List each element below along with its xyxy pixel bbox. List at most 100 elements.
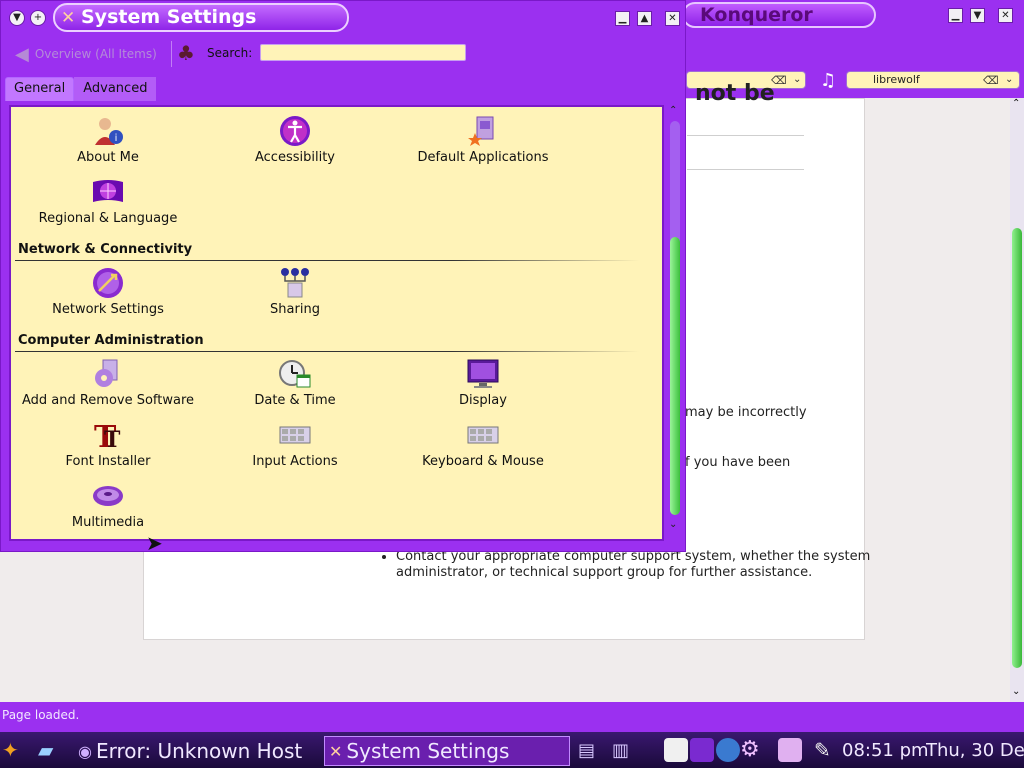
home-folder-icon[interactable]: ▰ bbox=[38, 738, 53, 762]
module-label: Default Applications bbox=[417, 150, 549, 165]
module-network-settings[interactable]: Network Settings bbox=[13, 267, 203, 317]
keyboard-mouse-icon bbox=[466, 419, 500, 451]
konqueror-close-button[interactable]: ✕ bbox=[998, 8, 1013, 23]
heading-rule bbox=[687, 135, 804, 136]
about-me-icon: i bbox=[91, 115, 125, 147]
konqueror-scroll-thumb[interactable] bbox=[1012, 228, 1022, 668]
settings-tools-icon: ✕ bbox=[61, 8, 76, 28]
konqueror-titlebar: Konqueror ▁ ▼ ✕ bbox=[680, 0, 1024, 32]
multimedia-icon bbox=[91, 480, 125, 512]
page-heading: not be bbox=[695, 81, 775, 106]
sticky-button[interactable]: + bbox=[30, 10, 46, 26]
module-font-installer[interactable]: TT Font Installer bbox=[13, 419, 203, 469]
page-bullet-item: Contact your appropriate computer suppor… bbox=[396, 549, 940, 581]
display-icon bbox=[466, 358, 500, 390]
system-settings-window: ▼ + ✕ System Settings ▁ ▲ ✕ ◀ Overview (… bbox=[0, 0, 686, 552]
task-system-settings[interactable]: ✕ System Settings bbox=[324, 736, 570, 766]
task-error-unknown-host[interactable]: ◉ Error: Unknown Host bbox=[74, 736, 320, 766]
module-multimedia[interactable]: Multimedia bbox=[13, 480, 203, 530]
konqueror-scrollbar[interactable]: ⌃ ⌄ bbox=[1010, 98, 1024, 702]
toolbar-separator bbox=[171, 41, 172, 67]
search-filter-icon: ♣ bbox=[177, 41, 195, 65]
search-dropdown-icon[interactable]: ⌄ bbox=[1005, 72, 1013, 88]
module-label: Font Installer bbox=[65, 454, 151, 469]
module-label: Regional & Language bbox=[38, 211, 178, 226]
konqueror-minimize-button[interactable]: ▁ bbox=[948, 8, 963, 23]
svg-text:T: T bbox=[104, 427, 121, 451]
module-add-remove-software[interactable]: Add and Remove Software bbox=[13, 358, 203, 408]
gear-tray-icon[interactable]: ⚙ bbox=[740, 737, 760, 762]
web-search-value: librewolf bbox=[873, 73, 920, 86]
system-settings-title: System Settings bbox=[81, 6, 257, 28]
category-computer-administration: Computer Administration bbox=[18, 333, 204, 348]
page-bullet-list: Contact your appropriate computer suppor… bbox=[380, 549, 940, 581]
module-label: About Me bbox=[77, 150, 139, 165]
display-tray-icon[interactable] bbox=[690, 738, 714, 762]
svg-text:i: i bbox=[115, 133, 118, 144]
module-label: Input Actions bbox=[252, 454, 338, 469]
sharing-icon bbox=[278, 267, 312, 299]
user-tray-icon[interactable] bbox=[778, 738, 802, 762]
font-installer-icon: TT bbox=[91, 419, 125, 455]
network-tray-icon[interactable]: ✎ bbox=[814, 738, 831, 762]
category-network-connectivity: Network & Connectivity bbox=[18, 242, 193, 257]
page-text-been: f you have been bbox=[685, 455, 791, 470]
module-label: Sharing bbox=[270, 302, 320, 317]
module-display[interactable]: Display bbox=[388, 358, 578, 408]
status-text: Page loaded. bbox=[2, 708, 80, 722]
close-button[interactable]: ✕ bbox=[665, 11, 680, 26]
compass-tray-icon[interactable] bbox=[716, 738, 740, 762]
tab-advanced[interactable]: Advanced bbox=[74, 77, 157, 101]
mouse-pointer-icon: ➤ bbox=[146, 531, 163, 555]
module-default-applications[interactable]: Default Applications bbox=[388, 115, 578, 165]
module-label: Add and Remove Software bbox=[21, 393, 195, 408]
module-input-actions[interactable]: Input Actions bbox=[200, 419, 390, 469]
category-rule bbox=[15, 260, 639, 261]
scroll-down-icon[interactable]: ⌄ bbox=[669, 519, 677, 530]
notes-tray-icon[interactable] bbox=[664, 738, 688, 762]
clock-date[interactable]: Thu, 30 Dec bbox=[926, 740, 1024, 761]
module-date-time[interactable]: Date & Time bbox=[200, 358, 390, 408]
settings-module-area: i About Me Accessibility Default Applica… bbox=[9, 105, 664, 541]
desktop-pager-icon[interactable]: ▤ bbox=[578, 740, 595, 761]
regional-language-icon bbox=[91, 176, 125, 208]
module-label: Keyboard & Mouse bbox=[422, 454, 544, 469]
overview-button[interactable]: ◀ Overview (All Items) bbox=[15, 43, 157, 65]
back-arrow-icon: ◀ bbox=[15, 43, 29, 65]
maximize-button[interactable]: ▲ bbox=[637, 11, 652, 26]
scroll-down-icon[interactable]: ⌄ bbox=[1012, 686, 1020, 697]
search-input[interactable] bbox=[260, 44, 466, 61]
module-about-me[interactable]: i About Me bbox=[13, 115, 203, 165]
window-list-icon[interactable]: ▥ bbox=[612, 740, 629, 761]
add-remove-software-icon bbox=[91, 358, 125, 390]
system-settings-titlebar[interactable]: ▼ + ✕ System Settings ▁ ▲ ✕ bbox=[1, 1, 687, 35]
window-menu-button[interactable]: ▼ bbox=[9, 10, 25, 26]
clear-search-icon[interactable]: ⌫ bbox=[983, 73, 999, 89]
system-settings-title-pill: ✕ System Settings bbox=[53, 3, 349, 32]
module-regional-language[interactable]: Regional & Language bbox=[13, 176, 203, 226]
konqueror-maximize-button[interactable]: ▼ bbox=[970, 8, 985, 23]
default-applications-icon bbox=[466, 115, 500, 147]
category-rule bbox=[15, 351, 639, 352]
task-label: Error: Unknown Host bbox=[95, 739, 303, 763]
settings-scrollbar[interactable]: ⌃ ⌄ bbox=[667, 105, 682, 541]
task-label: System Settings bbox=[346, 739, 510, 763]
scroll-thumb[interactable] bbox=[670, 237, 680, 515]
scroll-up-icon[interactable]: ⌃ bbox=[669, 105, 677, 116]
module-sharing[interactable]: Sharing bbox=[200, 267, 390, 317]
search-label: Search: bbox=[207, 46, 253, 60]
module-label: Accessibility bbox=[255, 150, 335, 165]
date-time-icon bbox=[278, 358, 312, 390]
kmenu-icon[interactable]: ✦ bbox=[2, 738, 19, 762]
module-label: Multimedia bbox=[71, 515, 145, 530]
module-label: Display bbox=[459, 393, 507, 408]
module-accessibility[interactable]: Accessibility bbox=[200, 115, 390, 165]
minimize-button[interactable]: ▁ bbox=[615, 11, 630, 26]
tab-general[interactable]: General bbox=[5, 77, 75, 101]
clock-time[interactable]: 08:51 pm bbox=[842, 740, 929, 761]
module-keyboard-mouse[interactable]: Keyboard & Mouse bbox=[388, 419, 578, 469]
scroll-up-icon[interactable]: ⌃ bbox=[1012, 98, 1020, 109]
browser-task-icon: ◉ bbox=[78, 741, 92, 761]
settings-task-icon: ✕ bbox=[329, 741, 343, 761]
network-settings-icon bbox=[91, 267, 125, 299]
